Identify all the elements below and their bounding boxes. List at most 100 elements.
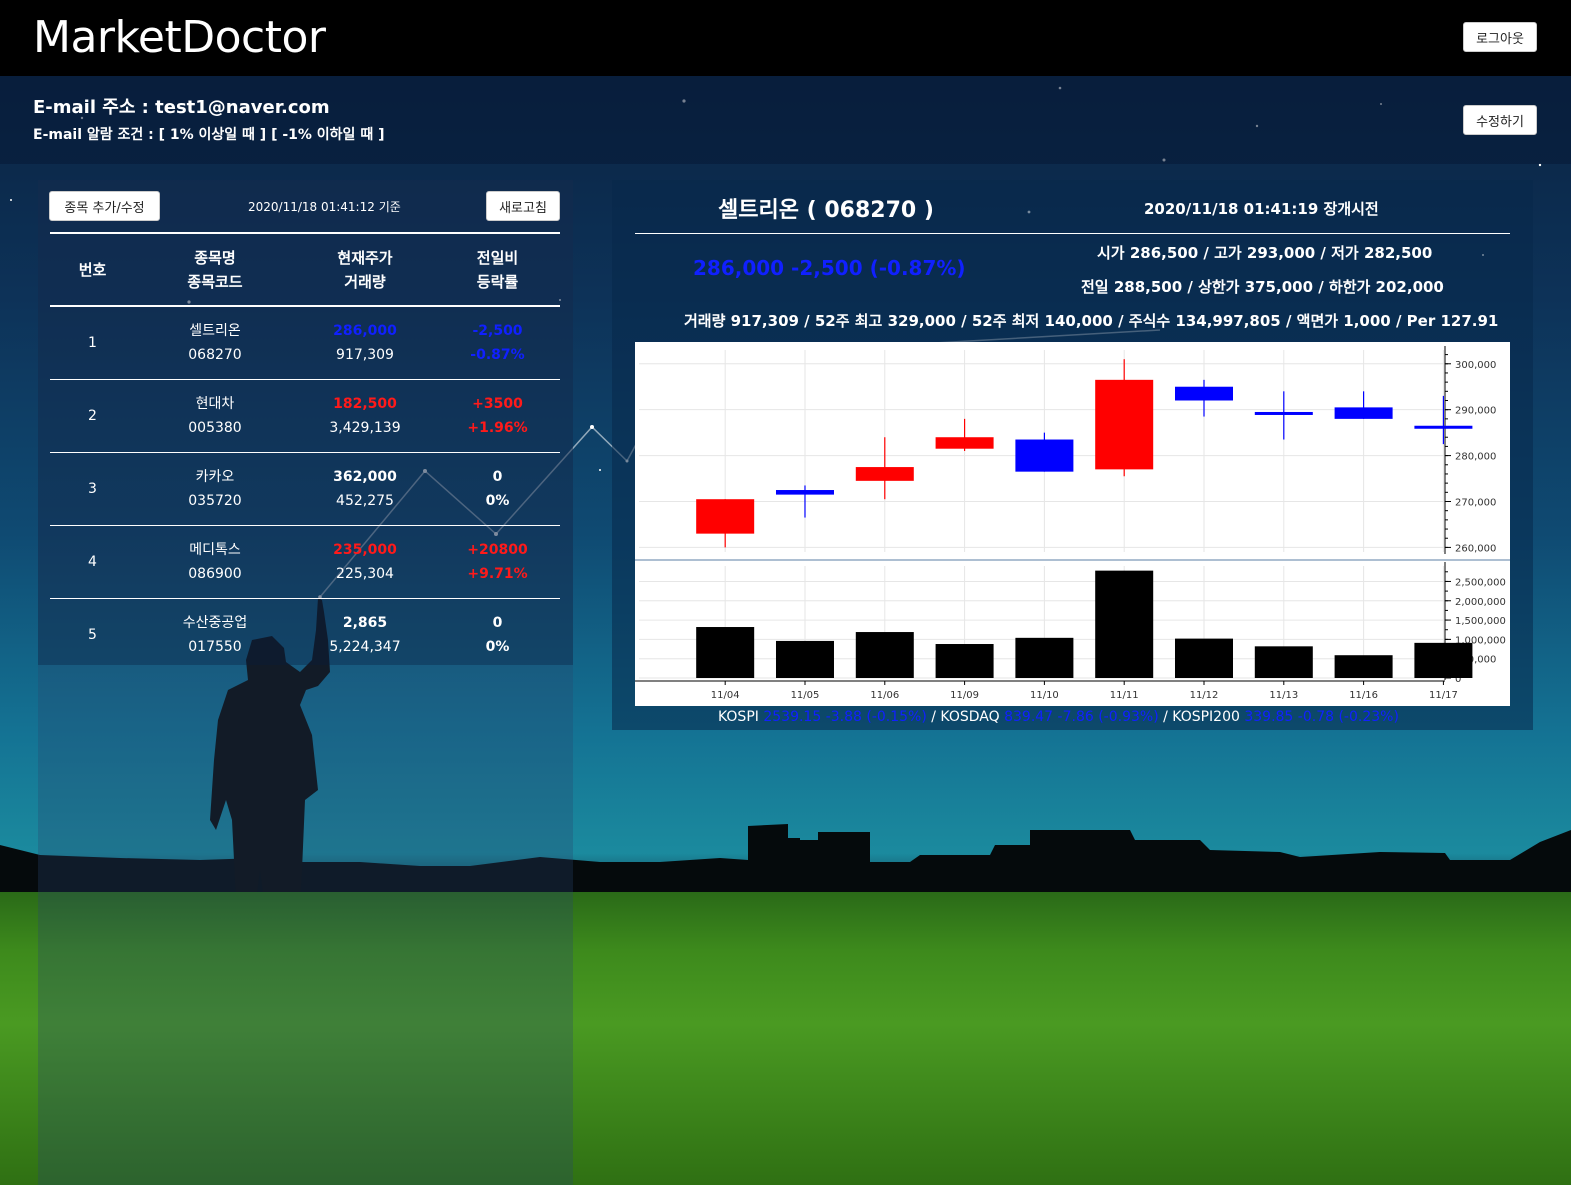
row-name[interactable]: 카카오 (135, 465, 295, 489)
row-no: 3 (50, 452, 135, 526)
row-change-rate: +20800 +9.71% (435, 525, 560, 599)
header-price-volume: 현재주가거래량 (295, 232, 435, 307)
logout-button[interactable]: 로그아웃 (1463, 22, 1537, 52)
volume-bar (1174, 638, 1233, 678)
add-edit-stock-button[interactable]: 종목 추가/수정 (49, 191, 160, 221)
email-info: E-mail 주소 : test1@naver.com (33, 93, 330, 119)
row-price-volume: 2,865 5,224,347 (295, 598, 435, 671)
row-price: 362,000 (333, 468, 397, 485)
edit-button[interactable]: 수정하기 (1463, 105, 1537, 135)
x-tick-label: 11/16 (1349, 690, 1378, 701)
detail-divider (635, 233, 1510, 234)
header-volume: 거래량 (344, 272, 386, 291)
candle-body (1015, 439, 1074, 472)
row-rate: 0% (485, 638, 510, 655)
row-code: 086900 (188, 565, 242, 582)
refresh-button[interactable]: 새로고침 (486, 191, 560, 221)
row-no: 1 (50, 306, 135, 380)
candle-body (1254, 411, 1313, 415)
table-row[interactable]: 5 수산중공업 017550 2,865 5,224,347 0 0% (50, 598, 560, 671)
candle-body (935, 437, 994, 449)
volume-bar (935, 644, 994, 678)
row-volume: 917,309 (336, 346, 394, 363)
row-price: 2,865 (342, 614, 388, 631)
kosdaq-value: 839.47 -7.86 (-0.93%) (1004, 709, 1159, 725)
row-volume: 5,224,347 (329, 638, 401, 655)
header-name: 종목명 (194, 248, 236, 267)
candle-body (696, 499, 755, 534)
table-row[interactable]: 3 카카오 035720 362,000 452,275 0 0% (50, 452, 560, 526)
volume-bar (855, 632, 914, 678)
row-no: 5 (88, 626, 97, 643)
header-code: 종목코드 (187, 272, 243, 291)
volume-bar (1015, 637, 1074, 678)
volume-bar (696, 627, 755, 678)
candle-body (775, 490, 834, 495)
row-name-code: 메디톡스 086900 (135, 525, 295, 599)
row-volume: 452,275 (336, 492, 394, 509)
volume-tick-label: 2,000,000 (1455, 597, 1506, 608)
kospi-value: 2539.15 -3.88 (-0.15%) (763, 709, 927, 725)
email-label: E-mail 주소 : (33, 97, 156, 118)
header-change-rate: 전일비등락률 (435, 232, 560, 307)
price-tick-label: 280,000 (1455, 452, 1496, 463)
row-volume: 225,304 (336, 565, 394, 582)
price-tick-label: 260,000 (1455, 543, 1496, 554)
stock-timestamp: 2020/11/18 01:41:19 장개시전 (1144, 200, 1379, 218)
candle-body (1414, 425, 1473, 429)
row-name[interactable]: 셀트리온 (135, 319, 295, 343)
row-name-code: 셀트리온 068270 (135, 306, 295, 380)
kosdaq-label: / KOSDAQ (926, 709, 1005, 725)
header-no: 번호 (50, 232, 135, 307)
candle-body (1334, 407, 1393, 419)
email-value: test1@naver.com (155, 97, 330, 118)
header-name-code: 종목명종목코드 (135, 232, 295, 307)
ohl-summary: 시가 286,500 / 고가 293,000 / 저가 282,500 (1097, 244, 1433, 262)
row-rate: -0.87% (470, 346, 525, 363)
watchlist-timestamp: 2020/11/18 01:41:12 기준 (248, 200, 401, 214)
row-no: 4 (50, 525, 135, 599)
row-change-rate: 0 0% (435, 598, 560, 671)
row-price-volume: 286,000 917,309 (295, 306, 435, 380)
volume-stats-summary: 거래량 917,309 / 52주 최고 329,000 / 52주 최저 14… (684, 312, 1499, 330)
x-tick-label: 11/10 (1030, 690, 1059, 701)
x-tick-label: 11/04 (711, 690, 740, 701)
header-change: 전일비 (476, 248, 519, 267)
row-price: 235,000 (333, 541, 397, 558)
row-price-volume: 182,500 3,429,139 (295, 379, 435, 453)
market-indices: KOSPI 2539.15 -3.88 (-0.15%) / KOSDAQ 83… (718, 709, 1399, 725)
row-change: 0 (492, 468, 503, 485)
app-logo[interactable]: MarketDoctor (33, 12, 326, 63)
table-row[interactable]: 4 메디톡스 086900 235,000 225,304 +20800 +9.71% (50, 525, 560, 599)
table-header-row: 번호 종목명종목코드 현재주가거래량 전일비등락률 (50, 232, 560, 307)
candle-body (855, 467, 914, 481)
row-volume: 3,429,139 (329, 419, 401, 436)
row-change-rate: -2,500 -0.87% (435, 306, 560, 380)
table-row[interactable]: 1 셀트리온 068270 286,000 917,309 -2,500 -0.87% (50, 306, 560, 380)
row-price-volume: 362,000 452,275 (295, 452, 435, 526)
row-code: 005380 (188, 419, 242, 436)
header-price: 현재주가 (337, 248, 393, 267)
volume-bar (1254, 646, 1313, 678)
row-change: 0 (492, 614, 503, 631)
row-change-rate: 0 0% (435, 452, 560, 526)
kospi200-value: 339.85 -0.78 (-0.23%) (1244, 709, 1399, 725)
row-price-volume: 235,000 225,304 (295, 525, 435, 599)
row-rate: +1.96% (467, 419, 528, 436)
row-name[interactable]: 현대차 (135, 392, 295, 416)
volume-bar (1334, 655, 1393, 678)
kospi200-label: / KOSPI200 (1158, 709, 1245, 725)
row-change: +3500 (472, 395, 523, 412)
row-name[interactable]: 메디톡스 (135, 538, 295, 562)
candlestick-chart[interactable]: 300,000 290,000 280,000 270,000 260,000 2,500… (635, 342, 1510, 706)
row-no: 2 (50, 379, 135, 453)
price-tick-label: 300,000 (1455, 360, 1496, 371)
row-name[interactable]: 수산중공업 (135, 611, 295, 635)
x-tick-label: 11/17 (1429, 690, 1458, 701)
table-row[interactable]: 2 현대차 005380 182,500 3,429,139 +3500 +1.96% (50, 379, 560, 453)
row-name-code: 카카오 035720 (135, 452, 295, 526)
header-rate: 등락률 (476, 272, 519, 291)
volume-bar (1414, 642, 1473, 678)
row-code: 035720 (188, 492, 242, 509)
row-rate: 0% (485, 492, 510, 509)
